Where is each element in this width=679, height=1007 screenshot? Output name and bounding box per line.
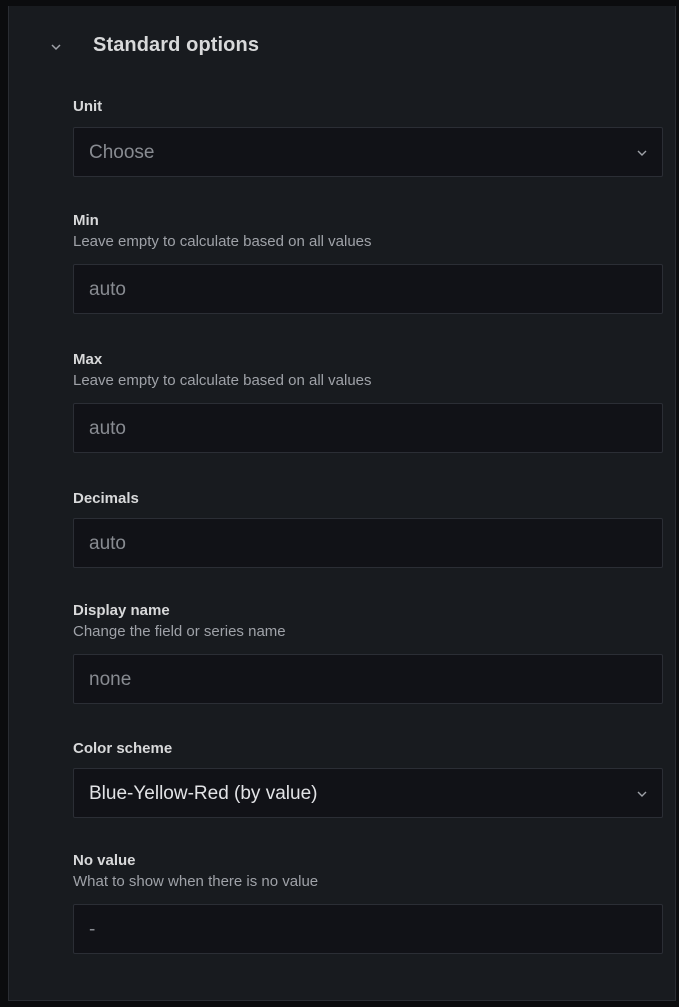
- display-name-input[interactable]: none: [73, 654, 663, 704]
- display-name-input-placeholder: none: [89, 669, 132, 690]
- decimals-label: Decimals: [73, 490, 139, 507]
- max-input-placeholder: auto: [89, 418, 126, 439]
- max-description: Leave empty to calculate based on all va…: [73, 372, 372, 389]
- min-input-placeholder: auto: [89, 279, 126, 300]
- chevron-down-icon: [637, 791, 647, 797]
- unit-field: Unit Choose: [73, 98, 663, 177]
- no-value-label: No value: [73, 852, 136, 869]
- display-name-field: Display name Change the field or series …: [73, 602, 663, 704]
- color-scheme-label: Color scheme: [73, 740, 173, 757]
- decimals-input-placeholder: auto: [89, 533, 126, 554]
- decimals-input[interactable]: auto: [73, 518, 663, 568]
- standard-options-header[interactable]: Standard options: [9, 26, 675, 66]
- display-name-label: Display name: [73, 602, 170, 619]
- color-scheme-select[interactable]: Blue-Yellow-Red (by value): [73, 768, 663, 818]
- color-scheme-field: Color scheme Blue-Yellow-Red (by value): [73, 740, 663, 818]
- options-panel: Standard options Unit Choose Min Leave e…: [8, 6, 676, 1001]
- no-value-input[interactable]: -: [73, 904, 663, 954]
- min-input[interactable]: auto: [73, 264, 663, 314]
- max-field: Max Leave empty to calculate based on al…: [73, 351, 663, 453]
- color-scheme-value: Blue-Yellow-Red (by value): [89, 783, 318, 804]
- no-value-input-placeholder: -: [89, 919, 96, 940]
- min-label: Min: [73, 212, 99, 229]
- unit-select[interactable]: Choose: [73, 127, 663, 177]
- decimals-field: Decimals auto: [73, 490, 663, 568]
- page-background: Standard options Unit Choose Min Leave e…: [0, 0, 679, 1007]
- no-value-field: No value What to show when there is no v…: [73, 852, 663, 954]
- max-input[interactable]: auto: [73, 403, 663, 453]
- min-description: Leave empty to calculate based on all va…: [73, 233, 372, 250]
- section-title: Standard options: [93, 34, 260, 56]
- chevron-down-icon[interactable]: [49, 40, 63, 54]
- unit-select-placeholder: Choose: [89, 142, 155, 163]
- display-name-description: Change the field or series name: [73, 623, 286, 640]
- no-value-description: What to show when there is no value: [73, 873, 319, 890]
- chevron-down-icon: [637, 150, 647, 156]
- unit-label: Unit: [73, 98, 103, 115]
- max-label: Max: [73, 351, 103, 368]
- min-field: Min Leave empty to calculate based on al…: [73, 212, 663, 314]
